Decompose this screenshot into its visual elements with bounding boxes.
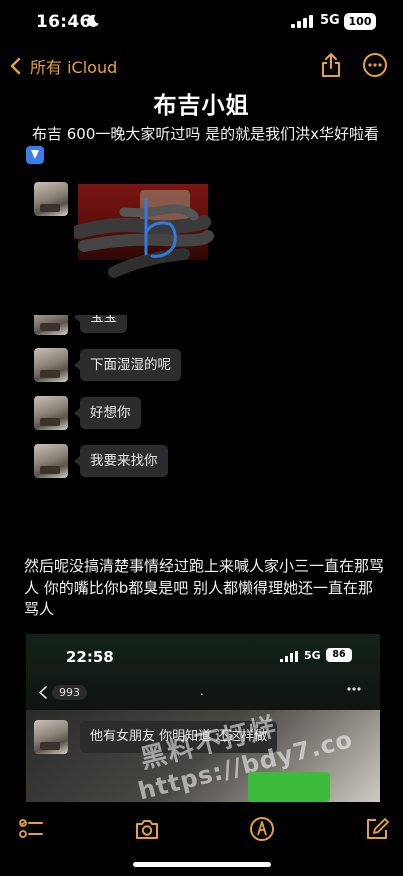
bottom-toolbar (0, 804, 403, 852)
chat-bubble: 宝宝 (74, 315, 127, 333)
screenshot-chat-avatar (34, 720, 68, 754)
screenshot-back-count: 993 (52, 684, 87, 700)
camera-icon[interactable] (134, 816, 160, 842)
screenshot-signal-icon (280, 651, 298, 662)
status-bar: 16:46 5G 100 (0, 0, 403, 44)
chat-message-cut: 宝宝 (34, 315, 164, 335)
chat-avatar (34, 315, 68, 335)
signal-icon (291, 15, 313, 28)
screenshot-green-bubble (248, 772, 330, 802)
chat-avatar (34, 182, 68, 216)
screenshot-status-time: 22:58 (66, 648, 114, 666)
nav-bar: 所有 iCloud (0, 44, 403, 88)
note-paragraph-story[interactable]: 然后呢没搞清楚事情经过跑上来喊人家小三一直在那骂人 你的嘴比你b都臭是吧 别人都… (24, 556, 384, 621)
chat-screenshot-image-2[interactable]: 22:58 5G 86 993 . 他有女朋友 你明知道 还这样做 (26, 634, 380, 802)
chat-bubble: 好想你 (74, 397, 141, 429)
chat-screenshot-image-1[interactable] (34, 182, 214, 306)
back-button[interactable]: 所有 iCloud (8, 52, 117, 80)
back-label: 所有 iCloud (30, 58, 118, 77)
screenshot-back: 993 (38, 682, 87, 702)
screenshot-network-label: 5G (304, 649, 321, 662)
chat-bubble: 我要来找你 (74, 445, 168, 477)
chevron-left-icon (10, 57, 21, 75)
more-icon[interactable] (362, 52, 388, 78)
scribble-overlay (74, 198, 214, 278)
markup-icon[interactable] (249, 816, 275, 842)
screenshot-more-icon (347, 687, 361, 691)
note-paragraph-intro-text: 布吉 600一晚大家听过吗 是的就是我们洪x华好啦看 (32, 125, 380, 143)
chat-avatar (34, 348, 68, 382)
down-arrow-emoji-icon (26, 145, 44, 164)
screenshot-chat-bubble: 他有女朋友 你明知道 还这样做 (80, 721, 278, 753)
note-paragraph-intro[interactable]: 布吉 600一晚大家听过吗 是的就是我们洪x华好啦看 (24, 124, 384, 167)
note-title: 布吉小姐 (153, 93, 250, 119)
home-indicator[interactable] (133, 862, 271, 867)
checklist-icon[interactable] (18, 816, 44, 842)
compose-icon[interactable] (364, 816, 390, 842)
screenshot-battery: 86 (326, 648, 352, 662)
screenshot-chevron-left-icon (39, 685, 47, 699)
chat-avatar (34, 444, 68, 478)
chat-avatar (34, 396, 68, 430)
network-label: 5G (320, 13, 340, 28)
chat-bubble: 下面湿湿的呢 (74, 349, 181, 381)
screenshot-chat-title: . (200, 684, 204, 698)
battery-indicator: 100 (344, 13, 376, 30)
moon-icon (87, 14, 99, 27)
status-time: 16:46 (36, 12, 92, 32)
share-icon[interactable] (318, 52, 344, 78)
